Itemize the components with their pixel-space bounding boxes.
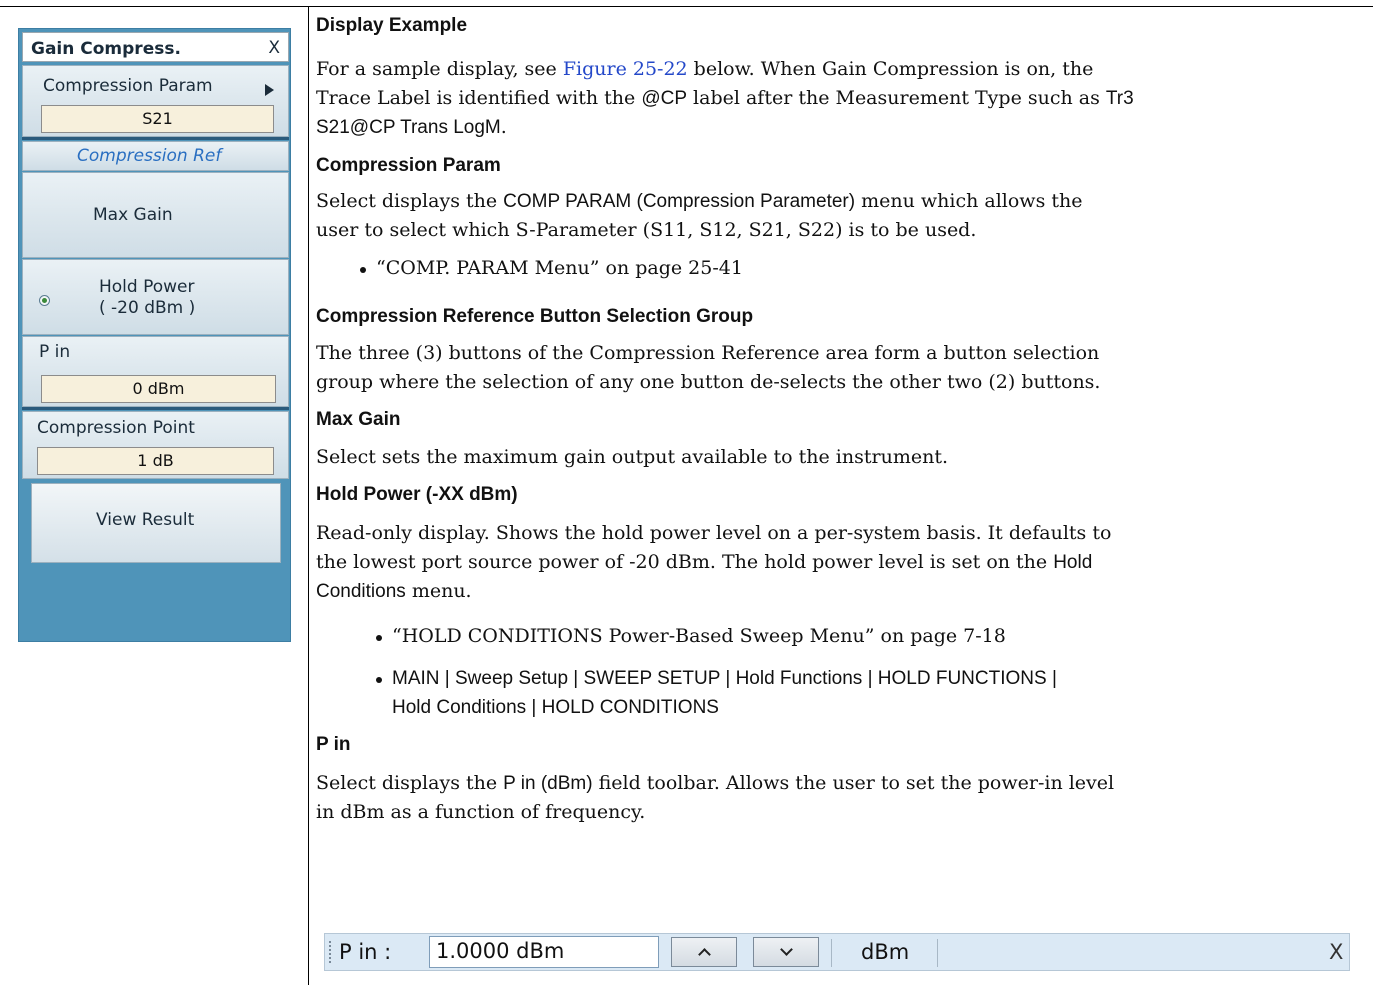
- paragraph: Select displays the COMP PARAM (Compress…: [316, 187, 1366, 216]
- heading-max-gain: Max Gain: [316, 409, 401, 430]
- pin-field: 0 dBm: [41, 375, 276, 403]
- close-icon[interactable]: X: [1329, 940, 1343, 964]
- menu-title-bar: Gain Compress. X: [22, 32, 289, 62]
- paragraph: in dBm as a function of frequency.: [316, 801, 646, 823]
- compression-point-label: Compression Point: [37, 418, 195, 438]
- text: menu.: [405, 580, 472, 602]
- comp-param-menu-link[interactable]: “COMP. PARAM Menu” on page 25-41: [376, 254, 743, 283]
- toolbar-grip-icon[interactable]: [329, 941, 331, 965]
- compression-ref-header: Compression Ref: [22, 141, 289, 171]
- input-value: 1.0000 dBm: [436, 939, 565, 963]
- text: Select displays the: [316, 190, 504, 212]
- ui-text: P in (dBm): [503, 773, 593, 794]
- column-divider: [308, 6, 309, 985]
- text: .: [500, 116, 507, 138]
- text: menu which allows the: [855, 190, 1083, 212]
- heading-p-in: P in: [316, 734, 351, 755]
- compression-ref-label: Compression Ref: [77, 146, 222, 166]
- bullet-icon: [360, 267, 366, 273]
- view-result-button[interactable]: View Result: [31, 483, 281, 563]
- menu-path-text: MAIN | Sweep Setup | SWEEP SETUP | Hold …: [392, 668, 1057, 689]
- ui-text: S21@CP Trans LogM: [316, 117, 501, 138]
- menu-path-text: Hold Conditions | HOLD CONDITIONS: [392, 697, 719, 718]
- p-in-field-toolbar: P in : 1.0000 dBm dBm X: [324, 933, 1350, 971]
- compression-point-field: 1 dB: [37, 447, 274, 475]
- max-gain-label: Max Gain: [93, 205, 173, 225]
- compression-param-field: S21: [41, 105, 274, 133]
- text: Select displays the: [316, 772, 504, 794]
- toolbar-label: P in :: [339, 940, 392, 964]
- bullet-icon: [376, 677, 382, 683]
- paragraph: Select sets the maximum gain output avai…: [316, 446, 949, 468]
- unit-label: dBm: [861, 940, 910, 964]
- panel-filler: [22, 567, 289, 640]
- hold-power-label: Hold Power: [99, 277, 195, 297]
- max-gain-button[interactable]: Max Gain: [22, 172, 289, 258]
- text: For a sample display, see: [316, 58, 563, 80]
- text: the lowest port source power of -20 dBm.…: [316, 551, 1054, 573]
- paragraph: The three (3) buttons of the Compression…: [316, 342, 1100, 364]
- pin-button[interactable]: P in 0 dBm: [22, 336, 289, 407]
- text: below. When Gain Compression is on, the: [687, 58, 1094, 80]
- top-rule: [0, 6, 1373, 7]
- compression-param-label: Compression Param: [43, 76, 213, 96]
- ui-text: COMP PARAM (Compression Parameter): [503, 191, 856, 212]
- paragraph: group where the selection of any one but…: [316, 371, 1101, 393]
- paragraph: Select displays the P in (dBm) field too…: [316, 769, 1366, 798]
- paragraph: Trace Label is identified with the @CP l…: [316, 84, 1366, 113]
- hold-conditions-menu-link[interactable]: “HOLD CONDITIONS Power-Based Sweep Menu”…: [392, 622, 1006, 651]
- view-result-label: View Result: [96, 510, 195, 530]
- text: label after the Measurement Type such as: [687, 87, 1106, 109]
- pin-label: P in: [39, 342, 71, 362]
- hold-power-button[interactable]: Hold Power ( -20 dBm ): [22, 259, 289, 335]
- paragraph: Read-only display. Shows the hold power …: [316, 522, 1112, 544]
- ui-text: Tr3: [1105, 88, 1134, 109]
- close-icon[interactable]: X: [268, 38, 280, 58]
- text: Trace Label is identified with the: [316, 87, 642, 109]
- paragraph: For a sample display, see Figure 25-22 b…: [316, 55, 1366, 84]
- divider: [22, 137, 289, 140]
- ui-text: @CP: [641, 88, 687, 109]
- increment-button[interactable]: [671, 937, 737, 967]
- heading-display-example: Display Example: [316, 15, 468, 36]
- gain-compress-menu: Gain Compress. X Compression Param S21 C…: [18, 28, 291, 642]
- toolbar-separator: [831, 939, 832, 967]
- menu-title: Gain Compress.: [31, 39, 181, 59]
- chevron-up-icon: [698, 948, 711, 961]
- figure-link[interactable]: Figure 25-22: [563, 58, 688, 80]
- compression-point-button[interactable]: Compression Point 1 dB: [22, 411, 289, 479]
- heading-hold-power: Hold Power (-XX dBm): [316, 484, 518, 505]
- chevron-down-icon: [780, 943, 793, 956]
- heading-compression-ref: Compression Reference Button Selection G…: [316, 306, 754, 327]
- heading-compression-param: Compression Param: [316, 155, 501, 176]
- ui-text: Conditions: [316, 581, 406, 602]
- paragraph: the lowest port source power of -20 dBm.…: [316, 548, 1366, 577]
- toolbar-separator: [937, 939, 938, 967]
- bullet-icon: [376, 635, 382, 641]
- p-in-value-input[interactable]: 1.0000 dBm: [429, 936, 659, 968]
- paragraph: S21@CP Trans LogM.: [316, 113, 1366, 142]
- radio-selected-icon: [39, 295, 50, 306]
- ui-text: Hold: [1053, 552, 1093, 573]
- text: field toolbar. Allows the user to set th…: [592, 772, 1115, 794]
- divider: [22, 407, 289, 410]
- paragraph: Conditions menu.: [316, 577, 1366, 606]
- paragraph: user to select which S-Parameter (S11, S…: [316, 219, 977, 241]
- submenu-arrow-icon: [265, 84, 274, 96]
- hold-power-value-label: ( -20 dBm ): [99, 298, 196, 318]
- compression-param-button[interactable]: Compression Param S21: [22, 65, 289, 137]
- decrement-button[interactable]: [753, 937, 819, 967]
